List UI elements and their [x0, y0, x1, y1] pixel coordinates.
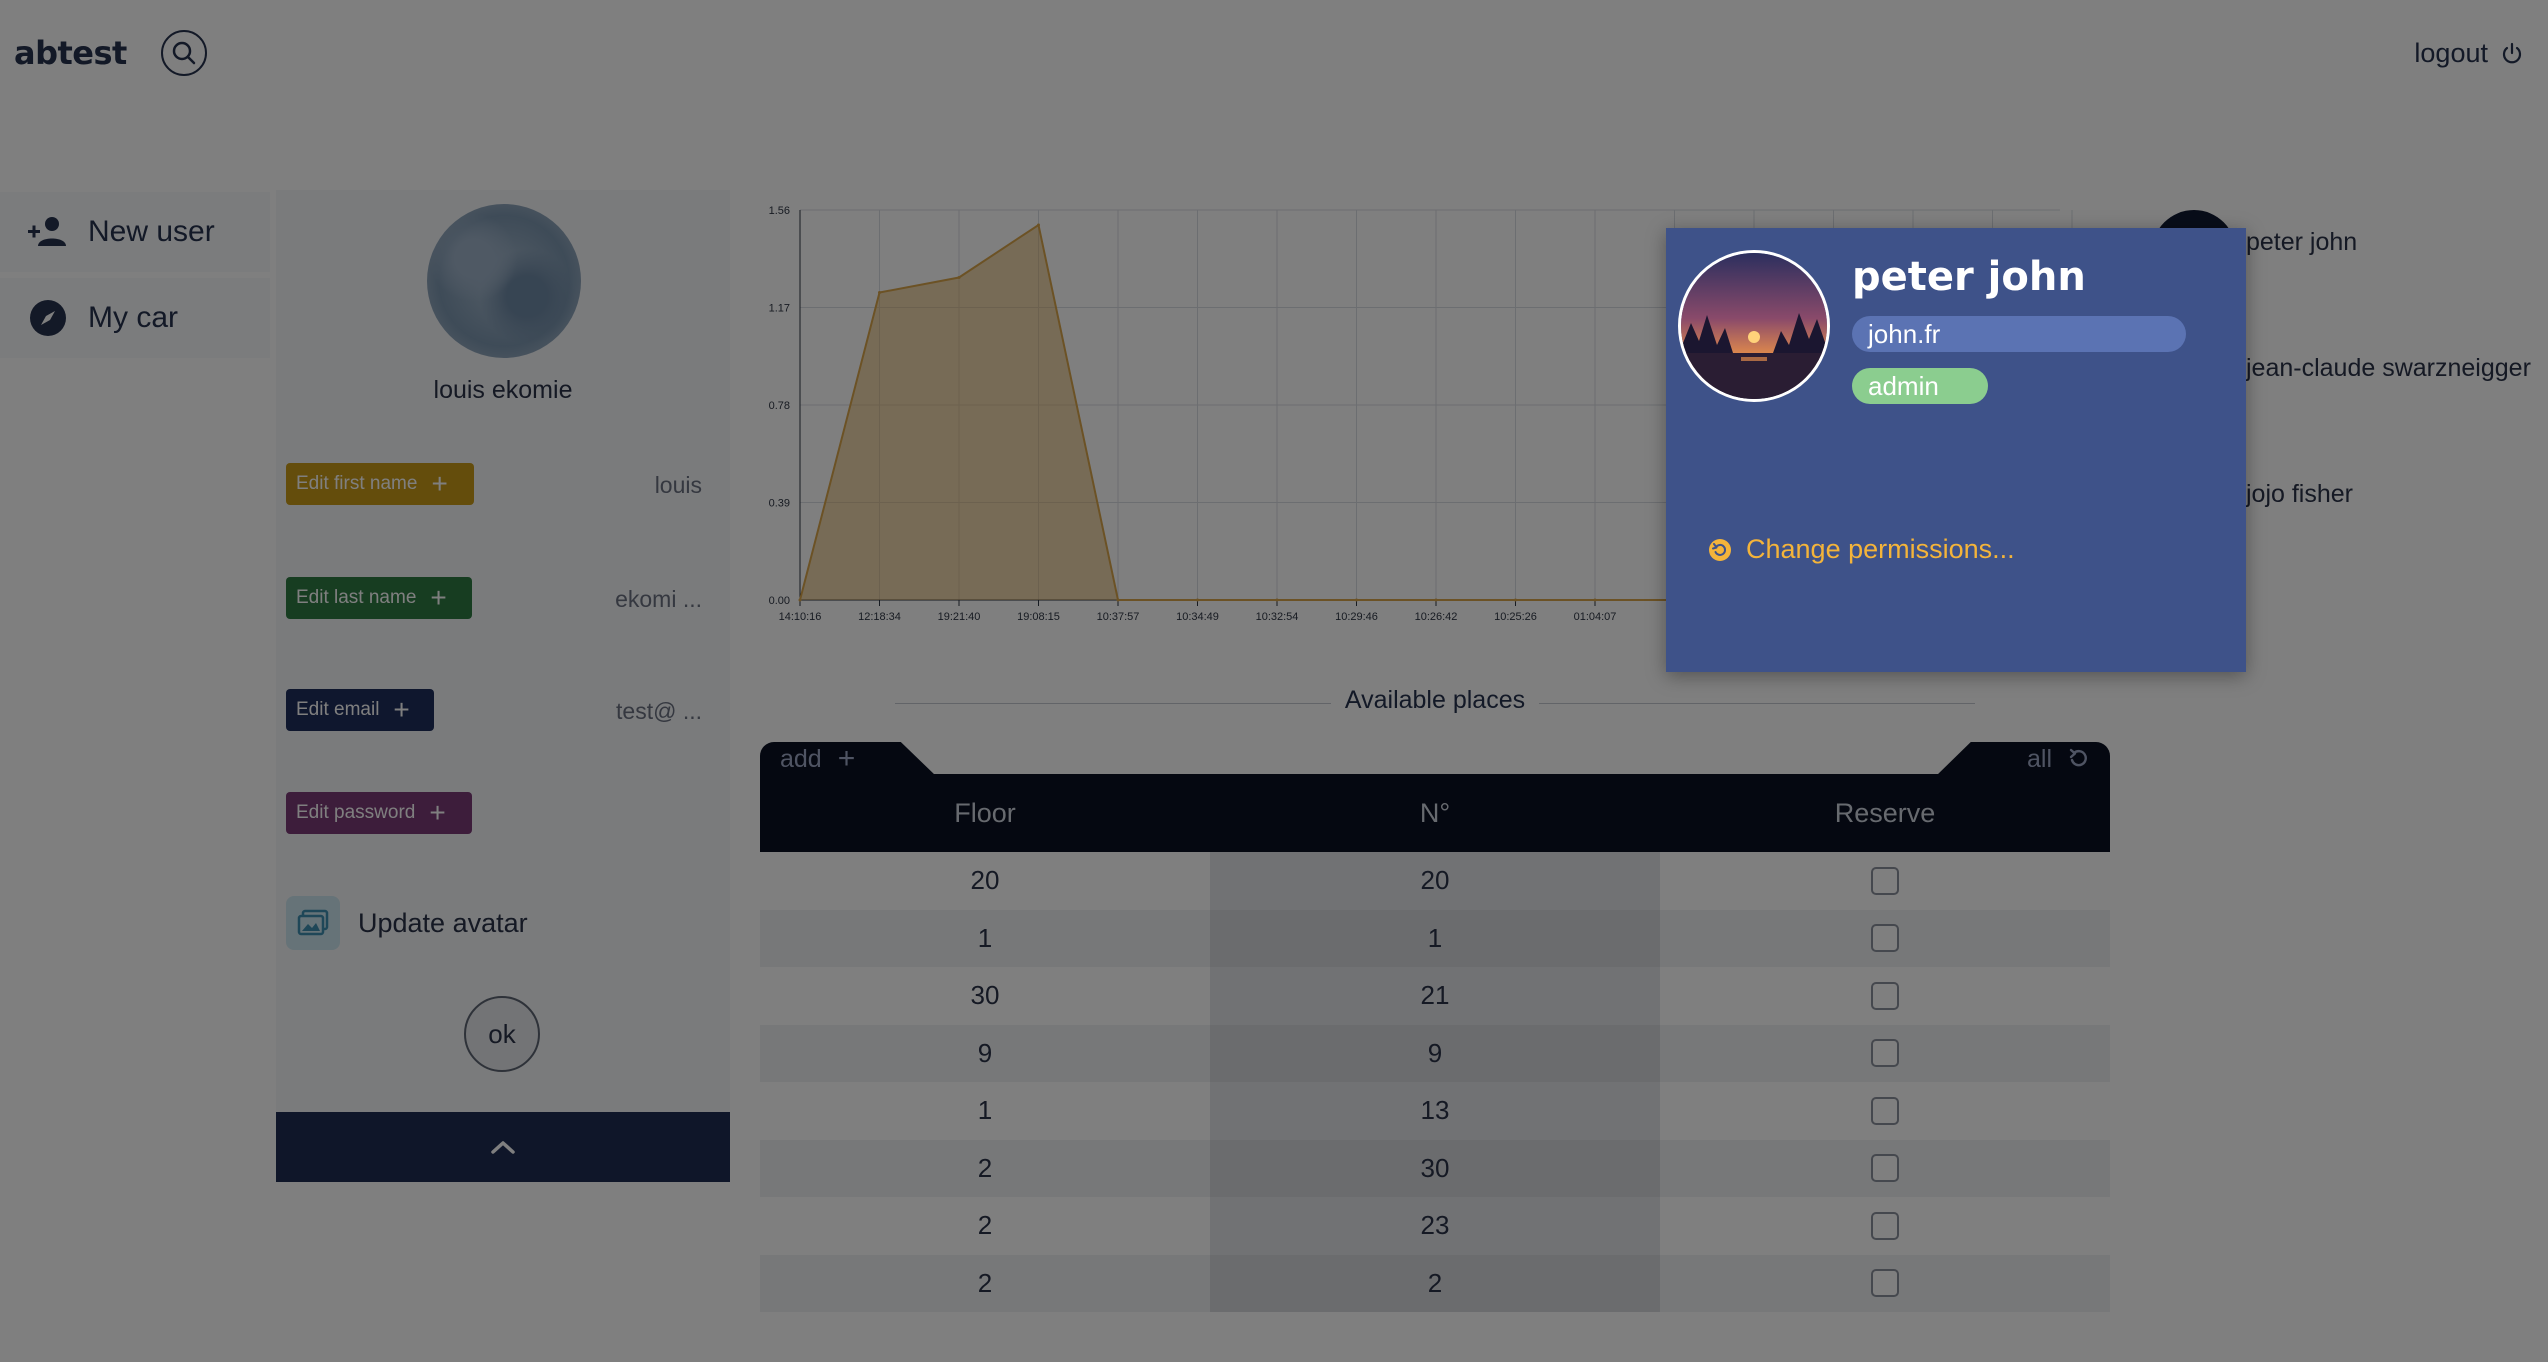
user-popup: peter john john.fr admin Change permissi…: [1666, 228, 2246, 672]
user-avatar: [1678, 250, 1830, 402]
change-permissions-label: Change permissions...: [1746, 534, 2015, 564]
popup-user-name: peter john: [1852, 254, 2086, 300]
popup-role-badge: admin: [1852, 368, 1988, 404]
modal-overlay[interactable]: [0, 0, 2548, 1362]
refresh-icon: [1709, 538, 1731, 561]
popup-email-badge: john.fr: [1852, 316, 2186, 352]
change-permissions-link[interactable]: Change permissions...: [1708, 534, 2015, 565]
